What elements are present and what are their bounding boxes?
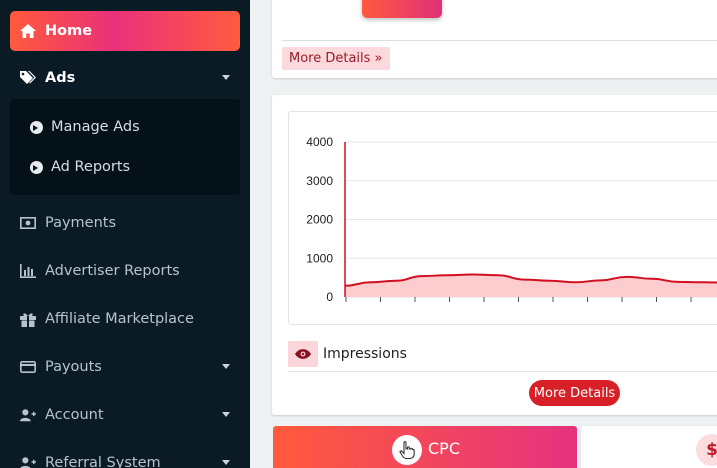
nav-payouts-label: Payouts: [45, 359, 102, 375]
eye-icon: [288, 341, 318, 367]
y-tick-label: 2000: [306, 213, 333, 227]
arrow-circle-right-icon: [30, 120, 43, 134]
nav-payouts[interactable]: Payouts: [10, 347, 240, 387]
gift-icon: [20, 311, 36, 327]
impressions-area: [345, 274, 717, 297]
chart-legend: Impressions: [288, 341, 407, 367]
nav-affiliate-marketplace[interactable]: Affiliate Marketplace: [10, 299, 240, 339]
nav-referral-system-label: Referral System: [45, 455, 161, 468]
y-tick-label: 0: [326, 290, 333, 304]
nav-account-label: Account: [45, 407, 104, 423]
gradient-button[interactable]: [362, 0, 442, 18]
bar-chart-icon: [20, 263, 36, 279]
divider: [288, 371, 717, 372]
sidebar: Home Ads Manage Ads Ad Reports Payments …: [0, 0, 250, 468]
nav-advertiser-reports-label: Advertiser Reports: [45, 263, 180, 279]
impressions-card: 4000 3000 2000 1000 0 Impressions More Detai…: [272, 95, 717, 415]
nav-payments[interactable]: Payments: [10, 203, 240, 243]
nav-ads[interactable]: Ads: [10, 58, 240, 98]
chart-svg: 4000 3000 2000 1000 0: [306, 135, 717, 304]
chevron-down-icon: [222, 412, 230, 417]
nav-account[interactable]: Account: [10, 395, 240, 435]
nav-home[interactable]: Home: [10, 11, 240, 51]
y-tick-label: 4000: [306, 135, 333, 149]
user-plus-icon: [20, 455, 36, 468]
impressions-chart: 4000 3000 2000 1000 0: [288, 111, 717, 325]
nav-payments-label: Payments: [45, 215, 117, 231]
stat-card: $: [581, 426, 717, 468]
ads-submenu: Manage Ads Ad Reports: [10, 99, 240, 195]
user-plus-icon: [20, 407, 36, 423]
y-tick-label: 1000: [306, 251, 333, 265]
tags-icon: [20, 70, 36, 86]
money-bill-icon: [20, 215, 36, 231]
more-details-link[interactable]: More Details »: [282, 47, 390, 70]
chevron-down-icon: [222, 460, 230, 465]
submenu-item-label: Ad Reports: [51, 159, 131, 175]
credit-card-icon: [20, 359, 36, 375]
submenu-item-label: Manage Ads: [51, 119, 140, 135]
nav-ads-label: Ads: [45, 70, 76, 86]
home-icon: [20, 23, 36, 39]
arrow-circle-right-icon: [30, 160, 43, 174]
divider: [282, 40, 717, 41]
more-details-button[interactable]: More Details: [529, 380, 620, 406]
y-tick-label: 3000: [306, 174, 333, 188]
nav-advertiser-reports[interactable]: Advertiser Reports: [10, 251, 240, 291]
legend-label: Impressions: [323, 346, 407, 362]
summary-card: More Details »: [272, 0, 717, 78]
chevron-down-icon: [222, 364, 230, 369]
submenu-item-ad-reports[interactable]: Ad Reports: [30, 152, 130, 182]
nav-referral-system[interactable]: Referral System: [10, 443, 240, 468]
cpc-card[interactable]: CPC: [273, 426, 577, 468]
dollar-icon: $: [696, 434, 717, 466]
nav-affiliate-marketplace-label: Affiliate Marketplace: [45, 311, 194, 327]
nav-home-label: Home: [45, 23, 93, 39]
pointer-hand-icon: [392, 435, 422, 465]
cpc-label: CPC: [428, 439, 460, 458]
submenu-item-manage-ads[interactable]: Manage Ads: [30, 112, 140, 142]
chevron-down-icon: [222, 75, 230, 80]
